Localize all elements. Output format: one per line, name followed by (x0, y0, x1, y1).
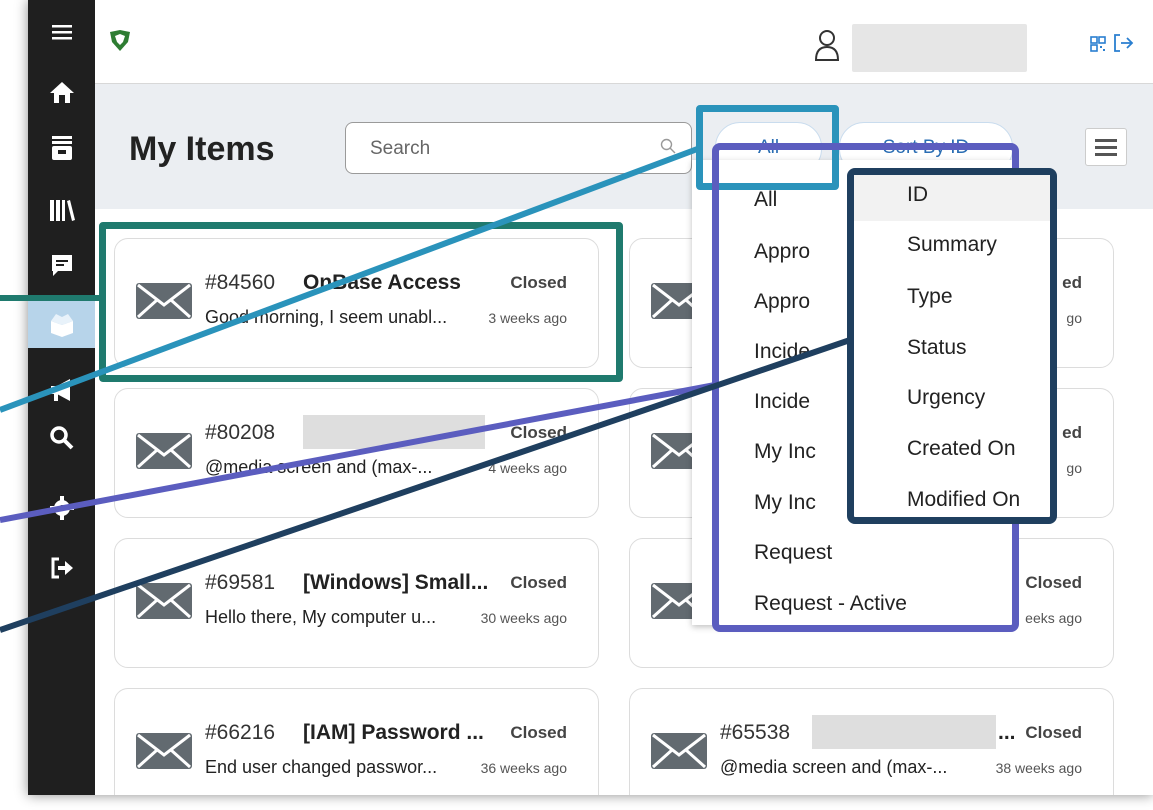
envelope-icon (136, 433, 192, 469)
megaphone-icon[interactable] (28, 366, 95, 414)
gear-icon[interactable] (28, 484, 95, 532)
item-id: #65538 (720, 721, 791, 744)
sort-option[interactable]: Modified On (907, 488, 1020, 512)
inbox-icon[interactable] (28, 124, 95, 172)
item-card[interactable]: #80208 Closed @media screen and (max-...… (114, 388, 599, 518)
sort-dropdown-menu: ID Summary Type Status Urgency Created O… (847, 168, 1057, 524)
item-status: ed (1062, 273, 1082, 292)
search-input[interactable] (368, 136, 652, 162)
item-status: Closed (510, 723, 567, 742)
item-summary: ... (998, 721, 1016, 744)
box-icon[interactable] (28, 300, 95, 348)
top-bar (95, 0, 1153, 84)
item-card[interactable]: #66216 [IAM] Password ... Closed End use… (114, 688, 599, 795)
item-id: #80208 (205, 421, 276, 444)
menu-icon[interactable] (28, 8, 95, 56)
user-name-redacted (852, 24, 1027, 72)
item-summary: [IAM] Password ... (303, 721, 484, 744)
item-description: @media screen and (max-... (720, 757, 948, 777)
item-age: 38 weeks ago (995, 760, 1082, 776)
search-box[interactable] (345, 122, 692, 174)
item-status: Closed (510, 573, 567, 592)
sort-option[interactable]: Status (907, 336, 967, 360)
envelope-icon (651, 733, 707, 769)
item-age: 4 weeks ago (488, 460, 567, 476)
item-status: Closed (510, 423, 567, 442)
item-id: #66216 (205, 721, 276, 744)
item-summary-redacted (812, 715, 996, 749)
sort-option[interactable]: Type (907, 285, 953, 309)
item-status: Closed (1025, 573, 1082, 592)
home-icon[interactable] (28, 68, 95, 116)
item-description: @media screen and (max-... (205, 457, 433, 477)
logout-top-icon[interactable] (1112, 33, 1134, 55)
item-age: 30 weeks ago (480, 610, 567, 626)
user-icon[interactable] (813, 28, 841, 62)
item-card[interactable]: #65538 ... Closed @media screen and (max… (629, 688, 1114, 795)
item-id: #69581 (205, 571, 276, 594)
sort-option[interactable]: Created On (907, 437, 1016, 461)
sort-option[interactable]: Summary (907, 233, 997, 257)
sort-option[interactable]: ID (854, 175, 1050, 221)
chat-icon[interactable] (28, 242, 95, 290)
item-summary-redacted (303, 415, 485, 449)
books-icon[interactable] (28, 186, 95, 234)
search-icon[interactable] (28, 414, 95, 462)
sort-option[interactable]: Urgency (907, 386, 985, 410)
item-summary: [Windows] Small... (303, 571, 489, 594)
item-age: 36 weeks ago (480, 760, 567, 776)
highlight-first-card (99, 222, 623, 382)
item-age: eeks ago (1025, 610, 1082, 626)
envelope-icon (136, 583, 192, 619)
item-description: End user changed passwor... (205, 757, 438, 777)
search-icon[interactable] (660, 138, 676, 154)
logout-icon[interactable] (28, 544, 95, 592)
logo-icon[interactable] (107, 28, 133, 54)
sidebar (28, 0, 95, 795)
item-age: go (1066, 310, 1082, 326)
item-status: Closed (1025, 723, 1082, 742)
item-description: Hello there, My computer u... (205, 607, 437, 627)
item-card[interactable]: #69581 [Windows] Small... Closed Hello t… (114, 538, 599, 668)
item-age: go (1066, 460, 1082, 476)
envelope-icon (136, 733, 192, 769)
item-status: ed (1062, 423, 1082, 442)
list-view-menu-button[interactable] (1085, 128, 1127, 166)
qr-icon[interactable] (1090, 36, 1106, 52)
page-title: My Items (129, 130, 275, 168)
